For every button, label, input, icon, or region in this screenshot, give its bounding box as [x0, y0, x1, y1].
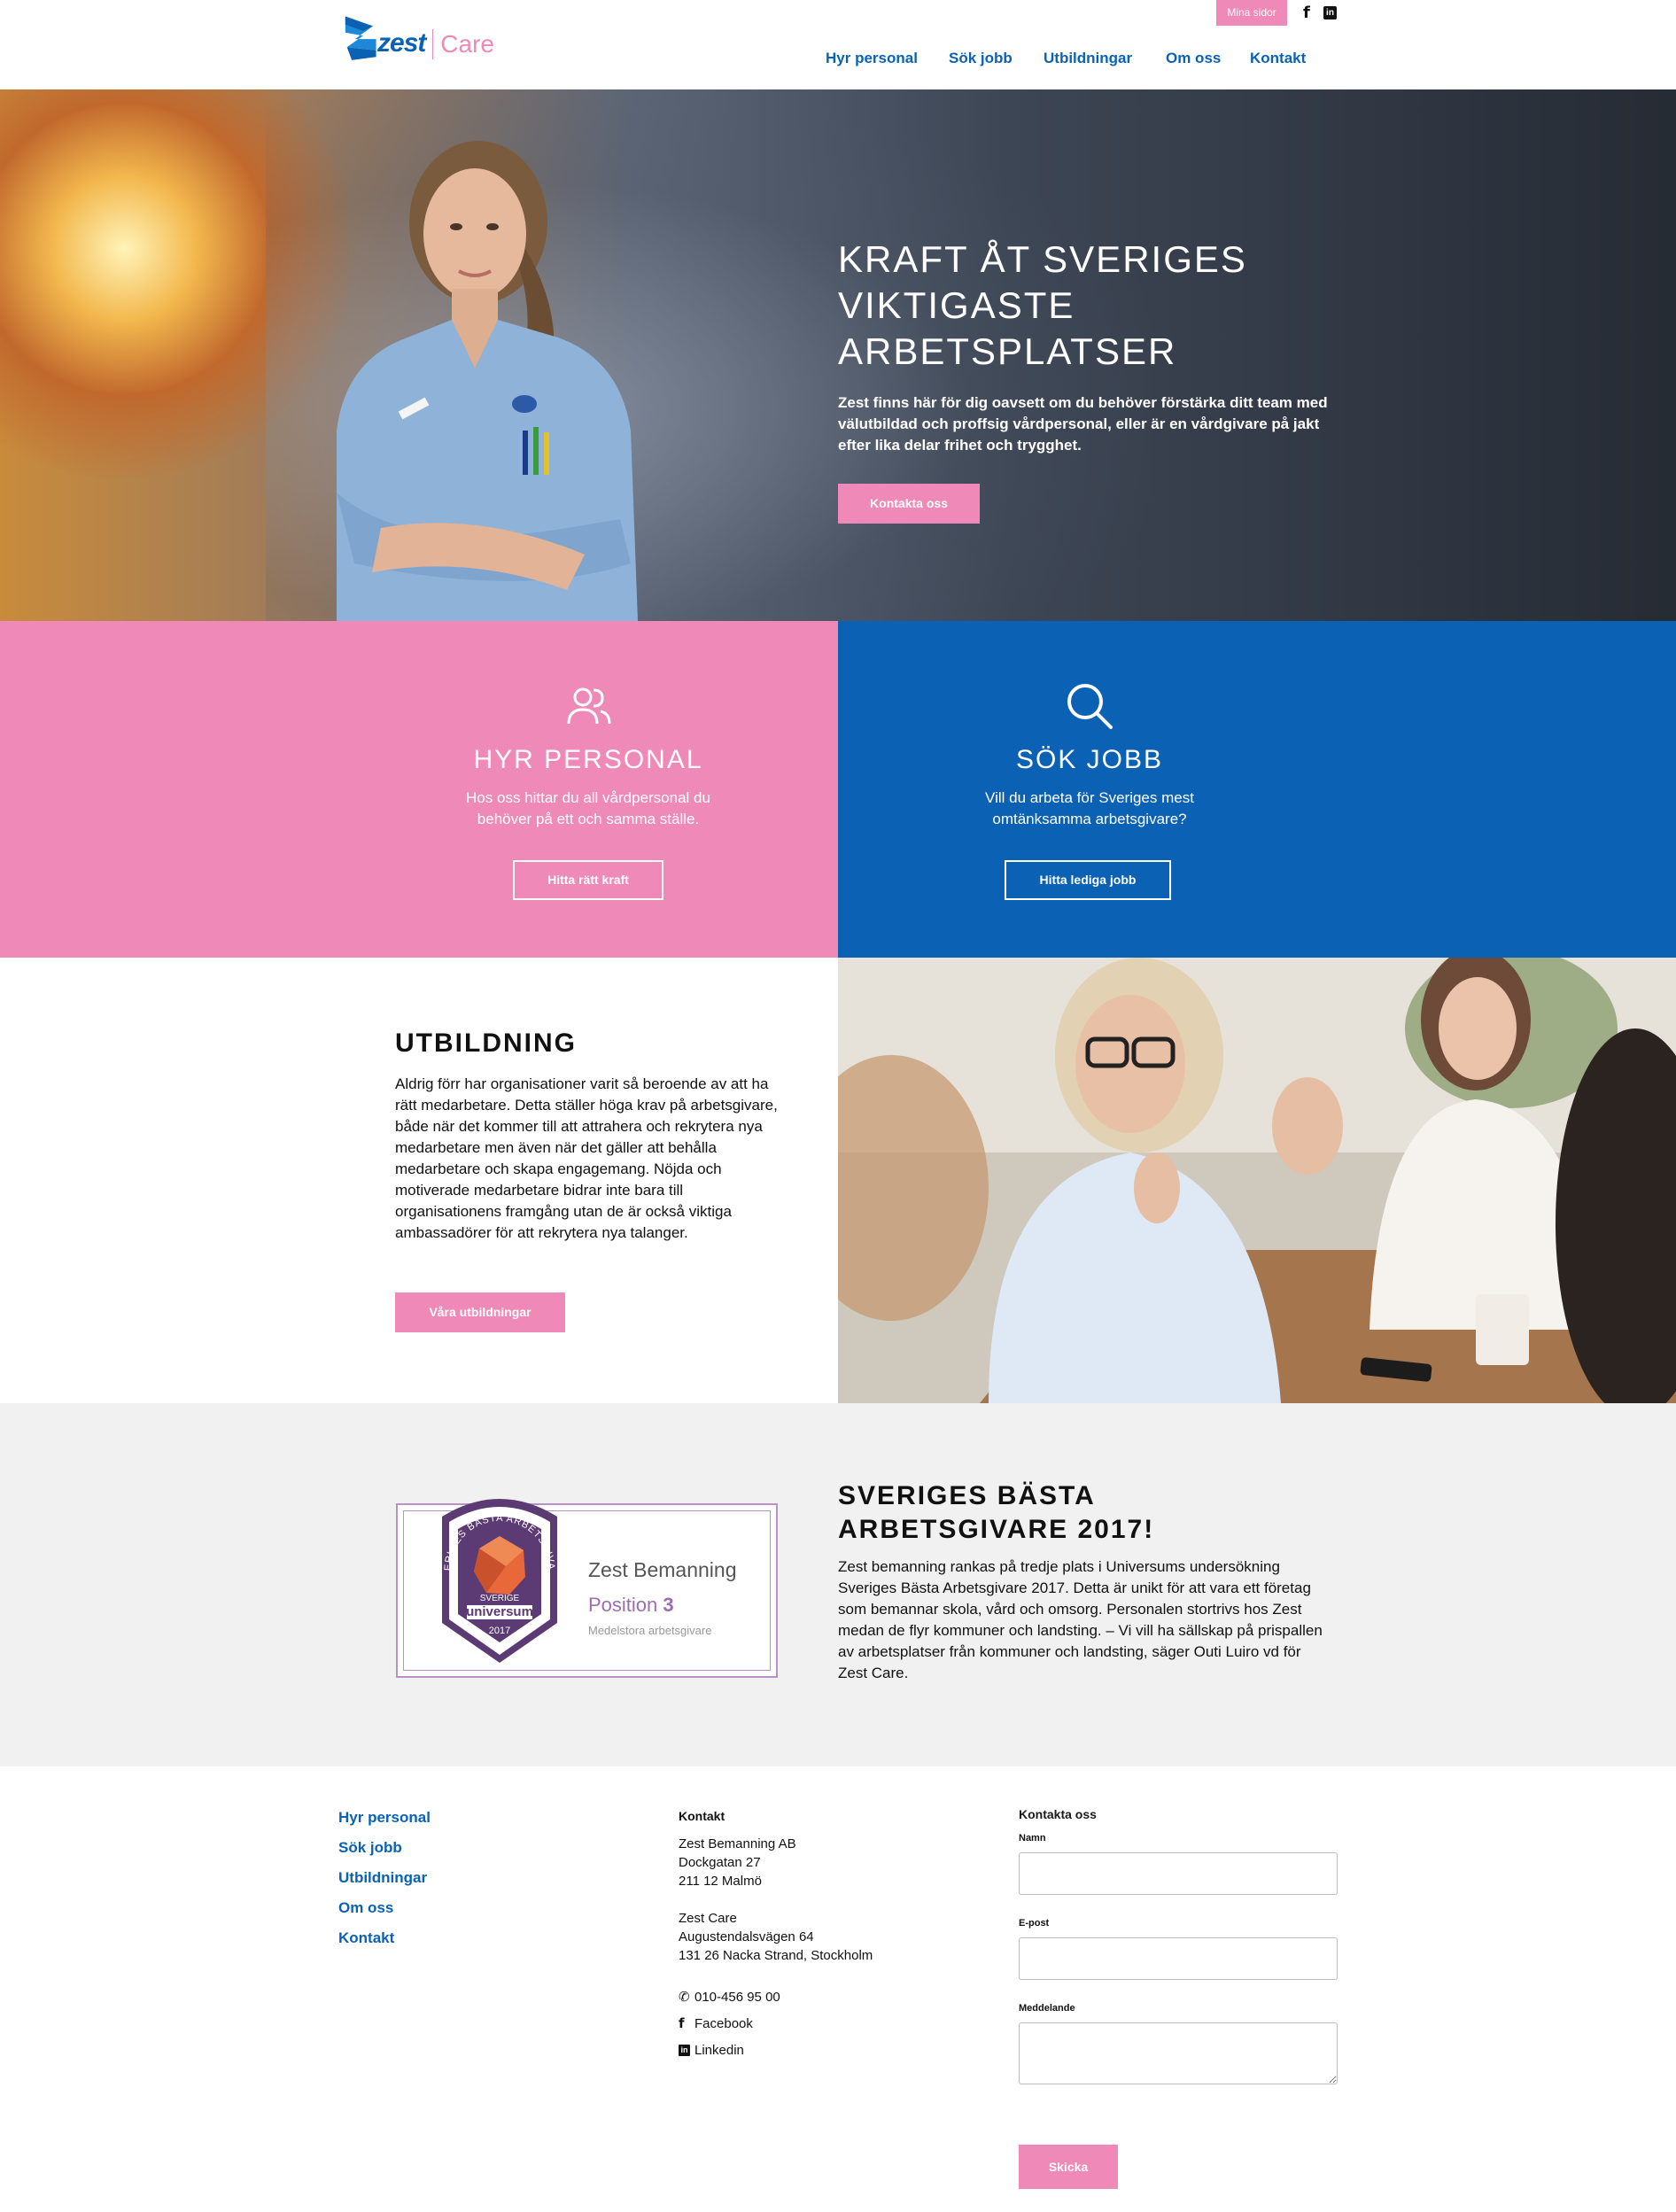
hire-staff-panel: HYR PERSONAL Hos oss hittar du all vårdp… [0, 621, 838, 958]
badge-year: 2017 [489, 1626, 510, 1636]
search-icon [1067, 684, 1113, 729]
mina-sidor-button[interactable]: Mina sidor [1216, 0, 1287, 26]
phone-number: 010-456 95 00 [694, 1989, 780, 2005]
facebook-label: Facebook [694, 2015, 753, 2031]
users-icon [567, 687, 611, 725]
contact-form-heading: Kontakta oss [1019, 1807, 1097, 1821]
nav-om-oss[interactable]: Om oss [1166, 47, 1221, 70]
hire-staff-title: HYR PERSONAL [473, 745, 703, 774]
address-line: Zest Bemanning AB [679, 1836, 796, 1851]
education-title: UTBILDNING [395, 1028, 577, 1058]
office-stockholm-address: Zest Care Augustendalsvägen 64 131 26 Na… [679, 1909, 944, 1965]
footer-phone[interactable]: ✆ 010-456 95 00 [679, 1983, 944, 2010]
address-line: Zest Care [679, 1911, 737, 1926]
linkedin-icon: in [679, 2044, 690, 2056]
zest-care-logo[interactable]: zest Care [344, 12, 494, 67]
footer-link-sok-jobb[interactable]: Sök jobb [338, 1837, 431, 1867]
address-line: 211 12 Malmö [679, 1874, 762, 1889]
badge-position: Position 3 [588, 1594, 674, 1617]
footer-facebook-link[interactable]: f Facebook [679, 2010, 944, 2037]
hire-staff-text: Hos oss hittar du all vårdpersonal du be… [466, 789, 710, 827]
email-label: E-post [1019, 1918, 1050, 1929]
badge-category: Medelstora arbetsgivare [588, 1624, 712, 1637]
email-field[interactable] [1019, 1937, 1338, 1980]
address-line: 131 26 Nacka Strand, Stockholm [679, 1948, 873, 1963]
message-field[interactable] [1019, 2022, 1338, 2084]
name-label: Namn [1019, 1833, 1046, 1843]
nav-utbildningar[interactable]: Utbildningar [1044, 47, 1132, 70]
contact-us-button[interactable]: Kontakta oss [838, 484, 980, 524]
address-line: Dockgatan 27 [679, 1855, 761, 1870]
nav-sok-jobb[interactable]: Sök jobb [949, 47, 1013, 70]
footer-linkedin-link[interactable]: in Linkedin [679, 2037, 944, 2063]
universum-seal-icon: SVERIGES BÄSTA ARBETSGIVARE SVERIGE univ… [424, 1481, 557, 1663]
footer-link-om-oss[interactable]: Om oss [338, 1898, 431, 1928]
facebook-icon[interactable]: f [1303, 5, 1315, 21]
footer-contact: Kontakt Zest Bemanning AB Dockgatan 27 2… [679, 1807, 944, 2063]
linkedin-label: Linkedin [694, 2042, 744, 2058]
universum-award-badge: SVERIGES BÄSTA ARBETSGIVARE SVERIGE univ… [396, 1481, 778, 1678]
footer-links: Hyr personal Sök jobb Utbildningar Om os… [338, 1807, 431, 1958]
award-title: SVERIGES BÄSTA ARBETSGIVARE 2017! [838, 1481, 1155, 1544]
education-section: UTBILDNING Aldrig förr har organisatione… [0, 958, 1676, 1403]
hero-description: Zest finns här för dig oavsett om du beh… [838, 394, 1328, 454]
footer-contact-heading: Kontakt [679, 1809, 725, 1823]
our-educations-button[interactable]: Våra utbildningar [395, 1292, 565, 1332]
site-header: zest Care Mina sidor f in Hyr personal S… [0, 0, 1676, 89]
footer-link-utbildningar[interactable]: Utbildningar [338, 1867, 431, 1898]
hero-title: KRAFT ÅT SVERIGES VIKTIGASTE ARBETSPLATS… [838, 238, 1247, 372]
message-label: Meddelande [1019, 2003, 1075, 2014]
award-text: Zest bemanning rankas på tredje plats i … [838, 1558, 1323, 1681]
nav-kontakt[interactable]: Kontakt [1250, 47, 1306, 70]
badge-brand: universum [466, 1604, 533, 1619]
badge-country: SVERIGE [480, 1594, 520, 1603]
footer-link-hyr-personal[interactable]: Hyr personal [338, 1807, 431, 1837]
badge-company: Zest Bemanning [588, 1558, 737, 1581]
facebook-icon: f [679, 2014, 685, 2031]
search-jobs-panel: SÖK JOBB Vill du arbeta för Sveriges mes… [838, 621, 1676, 958]
find-open-jobs-button[interactable]: Hitta lediga jobb [1005, 860, 1171, 900]
site-footer: Hyr personal Sök jobb Utbildningar Om os… [0, 1766, 1676, 2212]
badge-position-value: 3 [663, 1594, 674, 1616]
meeting-photo-image [838, 958, 1676, 1403]
footer-link-kontakt[interactable]: Kontakt [338, 1928, 431, 1958]
name-field[interactable] [1019, 1852, 1338, 1895]
nurse-portrait-image [337, 141, 638, 621]
hero-section: KRAFT ÅT SVERIGES VIKTIGASTE ARBETSPLATS… [0, 89, 1676, 621]
badge-position-label: Position [588, 1594, 658, 1616]
send-button[interactable]: Skicka [1019, 2145, 1118, 2189]
nav-hyr-personal[interactable]: Hyr personal [826, 47, 918, 70]
address-line: Augustendalsvägen 64 [679, 1929, 814, 1944]
phone-icon: ✆ [679, 1988, 690, 2005]
logo-word: zest [377, 28, 426, 58]
contact-form: Kontakta oss Namn E-post Meddelande Skic… [1019, 1807, 1338, 2189]
find-right-staff-button[interactable]: Hitta rätt kraft [513, 860, 663, 900]
award-section: SVERIGES BÄSTA ARBETSGIVARE SVERIGE univ… [0, 1403, 1676, 1766]
search-jobs-text: Vill du arbeta för Sveriges mest omtänks… [985, 789, 1194, 827]
office-malmo-address: Zest Bemanning AB Dockgatan 27 211 12 Ma… [679, 1835, 944, 1890]
linkedin-icon[interactable]: in [1323, 6, 1337, 19]
search-jobs-title: SÖK JOBB [1015, 745, 1164, 774]
zest-logo-mark-icon [345, 16, 376, 60]
education-text: Aldrig förr har organisationer varit så … [395, 1075, 778, 1241]
logo-care: Care [440, 30, 494, 58]
logo-divider [432, 29, 434, 59]
